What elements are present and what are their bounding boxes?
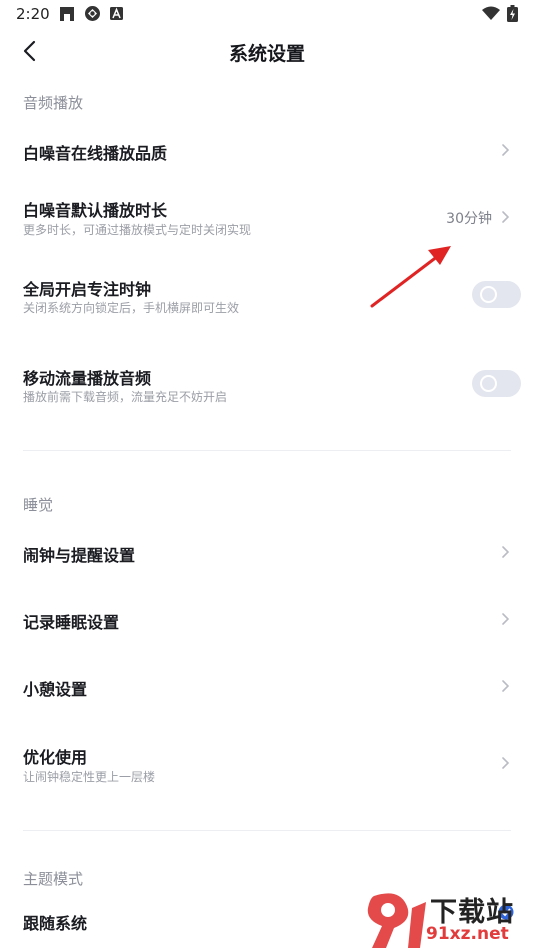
status-time: 2:20 <box>16 5 50 23</box>
setting-subtitle: 关闭系统方向锁定后，手机横屏即可生效 <box>23 301 240 315</box>
setting-title: 移动流量播放音频 <box>23 369 152 388</box>
setting-title: 全局开启专注时钟 <box>23 280 152 299</box>
a-notification-icon <box>110 7 123 20</box>
setting-playback-quality[interactable]: 白噪音在线播放品质 <box>0 126 534 174</box>
section-header-audio: 音频播放 <box>23 94 84 112</box>
annotation-arrow-icon <box>370 246 451 308</box>
site-watermark: 下载站 91xz.net <box>364 888 534 950</box>
wifi-icon <box>482 6 500 20</box>
setting-title: 白噪音在线播放品质 <box>23 144 168 163</box>
setting-optimize-usage[interactable]: 优化使用 让闹钟稳定性更上一层楼 <box>0 733 534 793</box>
setting-sleep-record[interactable]: 记录睡眠设置 <box>0 595 534 643</box>
focus-clock-toggle[interactable] <box>472 281 521 308</box>
setting-subtitle: 让闹钟稳定性更上一层楼 <box>23 770 156 784</box>
chevron-right-icon <box>502 546 510 558</box>
top-bar: 系统设置 <box>0 28 534 74</box>
sync-notification-icon <box>85 6 100 21</box>
chevron-right-icon <box>502 680 510 692</box>
duration-value: 30分钟 <box>446 211 492 227</box>
setting-title: 记录睡眠设置 <box>23 613 120 632</box>
setting-title: 闹钟与提醒设置 <box>23 546 136 565</box>
setting-title: 白噪音默认播放时长 <box>23 201 168 220</box>
section-header-theme: 主题模式 <box>23 870 84 888</box>
section-header-sleep: 睡觉 <box>23 496 54 514</box>
toggle-knob <box>480 375 497 392</box>
watermark-logo-icon <box>367 893 426 948</box>
app-notification-icon <box>60 7 74 21</box>
divider <box>23 450 511 451</box>
page-title: 系统设置 <box>228 43 305 65</box>
toggle-knob <box>480 286 497 303</box>
setting-title: 小憩设置 <box>23 680 88 699</box>
chevron-right-icon <box>502 757 510 769</box>
chevron-right-icon <box>502 211 510 223</box>
setting-mobile-data-playback[interactable]: 移动流量播放音频 播放前需下载音频，流量充足不妨开启 <box>0 354 534 414</box>
chevron-right-icon <box>502 144 510 156</box>
chevron-right-icon <box>502 613 510 625</box>
setting-default-duration[interactable]: 白噪音默认播放时长 更多时长，可通过播放模式与定时关闭实现 30分钟 <box>0 186 534 246</box>
watermark-url: 91xz.net <box>426 924 509 944</box>
setting-subtitle: 更多时长，可通过播放模式与定时关闭实现 <box>23 223 252 237</box>
setting-nap[interactable]: 小憩设置 <box>0 662 534 710</box>
status-bar: 2:20 <box>0 0 534 28</box>
mobile-data-toggle[interactable] <box>472 370 521 397</box>
setting-alarm-reminder[interactable]: 闹钟与提醒设置 <box>0 528 534 576</box>
divider <box>23 830 511 831</box>
setting-subtitle: 播放前需下载音频，流量充足不妨开启 <box>23 390 228 404</box>
setting-title: 优化使用 <box>23 748 88 767</box>
battery-charging-icon <box>507 5 518 22</box>
setting-title: 跟随系统 <box>23 914 88 933</box>
